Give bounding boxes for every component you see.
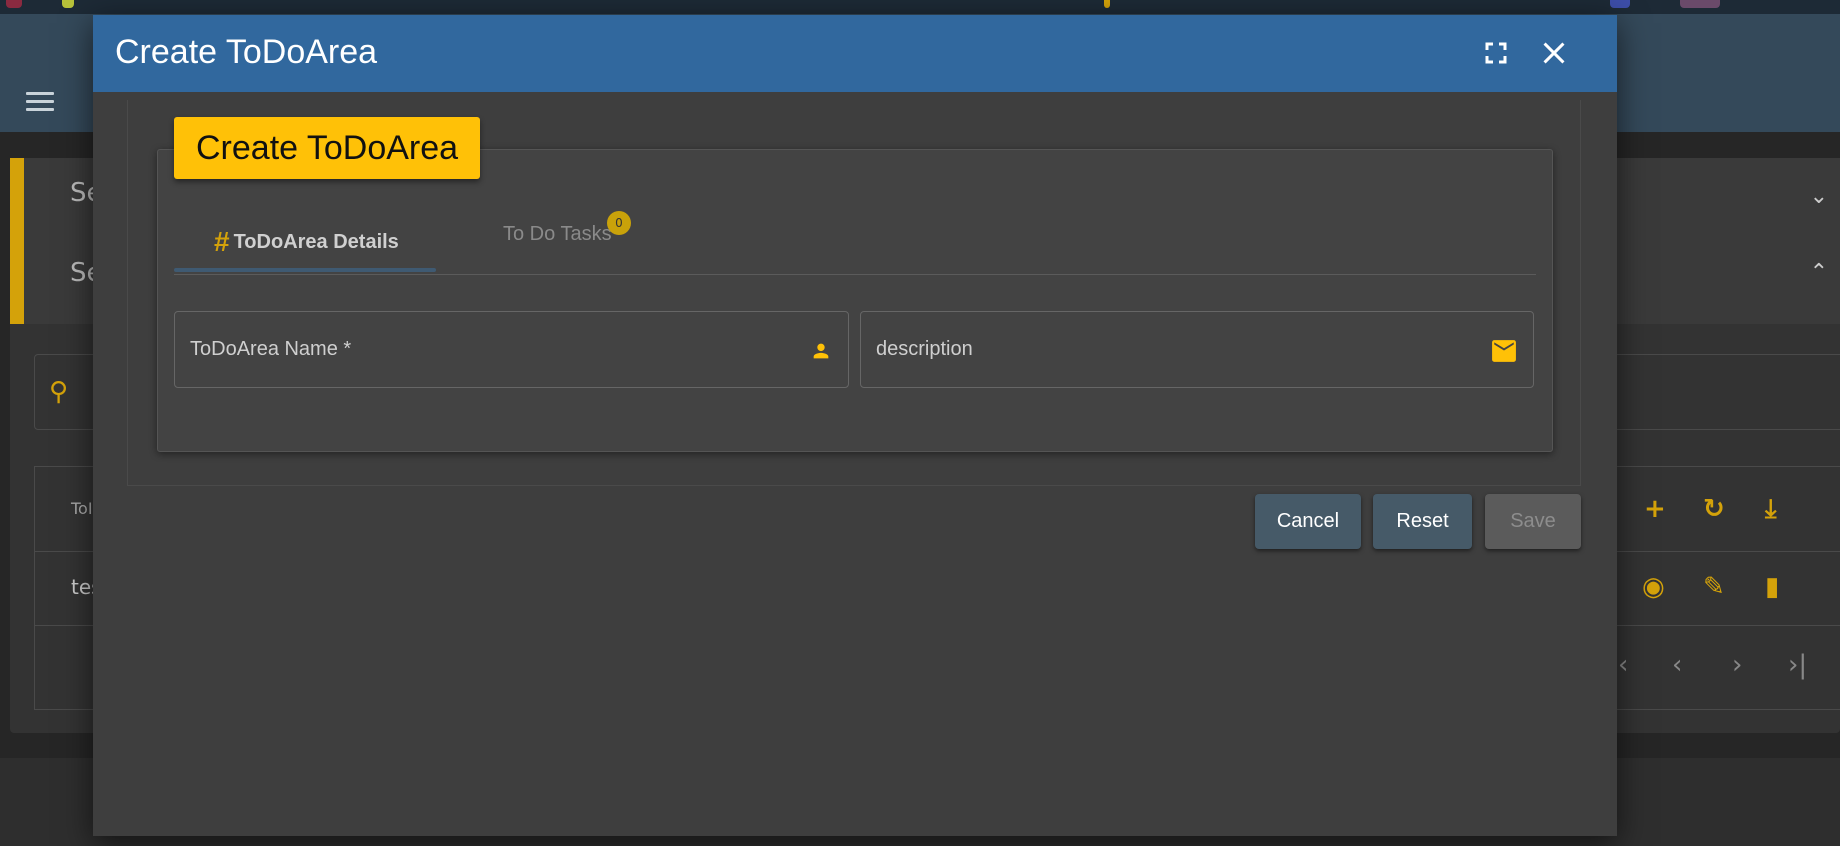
first-page-icon[interactable]: ‹ xyxy=(1618,650,1628,680)
delete-icon[interactable]: ▮ xyxy=(1765,572,1779,602)
dialog-header: Create ToDoArea xyxy=(93,15,1617,92)
reset-button[interactable]: Reset xyxy=(1373,494,1472,549)
save-button[interactable]: Save xyxy=(1485,494,1581,549)
refresh-icon[interactable]: ↻ xyxy=(1703,494,1725,524)
indicator-icon xyxy=(1104,0,1110,8)
user-avatar[interactable] xyxy=(1680,0,1720,8)
last-page-icon[interactable]: ›| xyxy=(1788,650,1807,680)
mail-icon xyxy=(1491,340,1517,362)
table-header-cell: ToI xyxy=(71,499,93,518)
close-icon[interactable] xyxy=(1536,35,1572,71)
view-icon[interactable]: ◉ xyxy=(1642,572,1665,602)
download-icon[interactable]: ⤓ xyxy=(1765,494,1777,525)
tasks-count-badge: 0 xyxy=(607,211,631,235)
menu-icon[interactable] xyxy=(26,92,54,112)
search-icon: ⚲ xyxy=(49,377,69,407)
status-dot-icon xyxy=(62,0,74,8)
person-icon xyxy=(810,340,832,362)
tab-todoarea-details[interactable]: # ToDoArea Details xyxy=(214,223,399,257)
todoarea-name-placeholder: ToDoArea Name * xyxy=(190,338,352,360)
next-page-icon[interactable]: › xyxy=(1732,650,1742,680)
todoarea-name-field[interactable]: ToDoArea Name * xyxy=(174,311,849,388)
hash-icon: # xyxy=(214,226,230,257)
tab-label: To Do Tasks xyxy=(503,223,612,245)
edit-icon[interactable]: ✎ xyxy=(1703,572,1725,602)
dialog-title: Create ToDoArea xyxy=(115,33,378,71)
add-icon[interactable]: + xyxy=(1644,494,1666,524)
form-card xyxy=(157,149,1553,452)
previous-page-icon[interactable]: ‹ xyxy=(1672,650,1682,680)
active-tab-indicator xyxy=(174,268,436,272)
tab-to-do-tasks[interactable]: To Do Tasks xyxy=(503,223,612,246)
description-placeholder: description xyxy=(876,338,973,360)
system-top-bar xyxy=(0,0,1840,14)
cancel-button[interactable]: Cancel xyxy=(1255,494,1361,549)
tabs-divider xyxy=(174,274,1536,275)
tab-label: ToDoArea Details xyxy=(233,231,399,253)
chevron-down-icon[interactable]: ⌄ xyxy=(1810,184,1828,209)
create-todoarea-dialog: Create ToDoArea Create ToDoArea # ToDoAre… xyxy=(93,15,1617,836)
app-logo-icon xyxy=(6,0,22,8)
chevron-up-icon[interactable]: ⌃ xyxy=(1810,260,1828,285)
fullscreen-icon[interactable] xyxy=(1478,35,1514,71)
description-field[interactable]: description xyxy=(860,311,1534,388)
card-title: Create ToDoArea xyxy=(174,117,481,179)
language-flag-icon[interactable] xyxy=(1610,0,1630,8)
